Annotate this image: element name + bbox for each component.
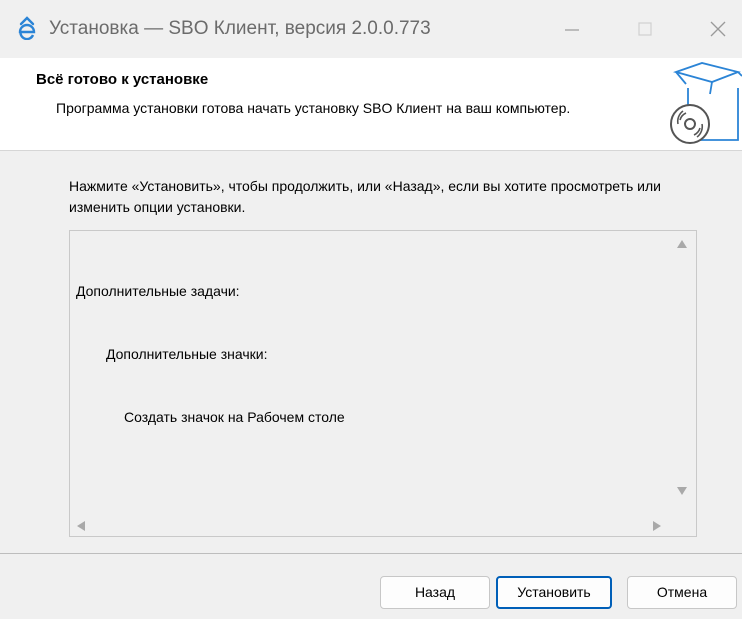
scroll-left-arrow-icon[interactable] <box>77 521 85 531</box>
window-title: Установка — SBO Клиент, версия 2.0.0.773 <box>49 18 431 39</box>
back-button[interactable]: Назад <box>380 576 490 609</box>
memo-line: Дополнительные задачи: <box>76 283 240 299</box>
maximize-icon <box>638 22 652 36</box>
wizard-header: Всё готово к установке Программа установ… <box>0 58 742 151</box>
cancel-button[interactable]: Отмена <box>627 576 737 609</box>
intro-text: Нажмите «Установить», чтобы продолжить, … <box>69 178 661 215</box>
title-bar: Установка — SBO Клиент, версия 2.0.0.773 <box>0 0 742 58</box>
memo-line: Создать значок на Рабочем столе <box>124 409 345 425</box>
scroll-down-arrow-icon[interactable] <box>677 487 687 495</box>
close-icon[interactable] <box>703 14 733 44</box>
install-button[interactable]: Установить <box>496 576 612 609</box>
minimize-icon[interactable] <box>557 14 587 44</box>
app-logo-icon <box>18 16 36 40</box>
vertical-scrollbar[interactable] <box>669 231 696 516</box>
page-description: Программа установки готова начать устано… <box>56 100 571 116</box>
memo-line: Дополнительные значки: <box>106 346 268 362</box>
ready-memo[interactable]: Дополнительные задачи: Дополнительные зн… <box>69 230 697 537</box>
scroll-up-arrow-icon[interactable] <box>677 240 687 248</box>
page-title: Всё готово к установке <box>36 71 209 88</box>
footer-divider <box>0 553 742 554</box>
horizontal-scrollbar[interactable] <box>70 516 670 536</box>
box-with-disc-icon <box>670 62 742 144</box>
scroll-right-arrow-icon[interactable] <box>653 521 661 531</box>
